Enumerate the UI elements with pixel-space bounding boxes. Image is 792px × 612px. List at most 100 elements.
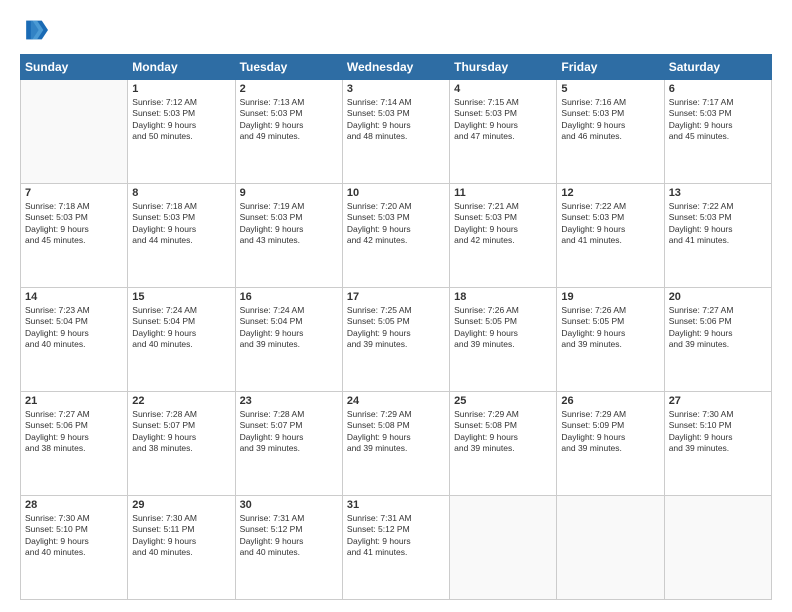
day-info: Sunrise: 7:27 AM Sunset: 5:06 PM Dayligh… xyxy=(669,305,767,351)
page: Sunday Monday Tuesday Wednesday Thursday… xyxy=(0,0,792,612)
day-info: Sunrise: 7:18 AM Sunset: 5:03 PM Dayligh… xyxy=(25,201,123,247)
table-row: 29Sunrise: 7:30 AM Sunset: 5:11 PM Dayli… xyxy=(128,496,235,600)
day-info: Sunrise: 7:26 AM Sunset: 5:05 PM Dayligh… xyxy=(454,305,552,351)
table-row: 2 Sunrise: 7:13 AM Sunset: 5:03 PM Daylig… xyxy=(235,80,342,184)
day-number: 17 xyxy=(347,291,445,303)
calendar-week-row: 14 Sunrise: 7:23 AM Sunset: 5:04 PM Dayli… xyxy=(21,288,772,392)
day-info: Sunrise: 7:24 AM Sunset: 5:04 PM Dayligh… xyxy=(132,305,230,351)
table-row: 6 Sunrise: 7:17 AM Sunset: 5:03 PM Daylig… xyxy=(664,80,771,184)
day-info: Sunrise: 7:30 AM Sunset: 5:10 PM Dayligh… xyxy=(669,409,767,455)
day-info: Sunrise: 7:20 AM Sunset: 5:03 PM Dayligh… xyxy=(347,201,445,247)
table-row: 9 Sunrise: 7:19 AM Sunset: 5:03 PM Daylig… xyxy=(235,184,342,288)
day-info: Sunrise: 7:21 AM Sunset: 5:03 PM Dayligh… xyxy=(454,201,552,247)
day-info: Sunrise: 7:28 AM Sunset: 5:07 PM Dayligh… xyxy=(240,409,338,455)
day-info: Sunrise: 7:15 AM Sunset: 5:03 PM Dayligh… xyxy=(454,97,552,143)
table-row: 23 Sunrise: 7:28 AM Sunset: 5:07 PM Dayli… xyxy=(235,392,342,496)
table-row: 12 Sunrise: 7:22 AM Sunset: 5:03 PM Dayli… xyxy=(557,184,664,288)
table-row: 25Sunrise: 7:29 AM Sunset: 5:08 PM Dayli… xyxy=(450,392,557,496)
logo xyxy=(20,16,52,44)
day-number: 13 xyxy=(669,187,767,199)
day-number: 7 xyxy=(25,187,123,199)
col-friday: Friday xyxy=(557,55,664,80)
day-info: Sunrise: 7:17 AM Sunset: 5:03 PM Dayligh… xyxy=(669,97,767,143)
calendar-table: Sunday Monday Tuesday Wednesday Thursday… xyxy=(20,54,772,600)
day-number: 23 xyxy=(240,395,338,407)
day-number: 28 xyxy=(25,499,123,511)
table-row: 18 Sunrise: 7:26 AM Sunset: 5:05 PM Dayli… xyxy=(450,288,557,392)
day-info: Sunrise: 7:12 AM Sunset: 5:03 PM Dayligh… xyxy=(132,97,230,143)
day-number: 14 xyxy=(25,291,123,303)
day-info: Sunrise: 7:22 AM Sunset: 5:03 PM Dayligh… xyxy=(669,201,767,247)
day-number: 20 xyxy=(669,291,767,303)
day-info: Sunrise: 7:25 AM Sunset: 5:05 PM Dayligh… xyxy=(347,305,445,351)
table-row: 22 Sunrise: 7:28 AM Sunset: 5:07 PM Dayli… xyxy=(128,392,235,496)
table-row: 16 Sunrise: 7:24 AM Sunset: 5:04 PM Dayli… xyxy=(235,288,342,392)
day-info: Sunrise: 7:14 AM Sunset: 5:03 PM Dayligh… xyxy=(347,97,445,143)
table-row: 24Sunrise: 7:29 AM Sunset: 5:08 PM Dayli… xyxy=(342,392,449,496)
day-info: Sunrise: 7:31 AM Sunset: 5:12 PM Dayligh… xyxy=(240,513,338,559)
day-number: 22 xyxy=(132,395,230,407)
day-number: 5 xyxy=(561,83,659,95)
day-info: Sunrise: 7:28 AM Sunset: 5:07 PM Dayligh… xyxy=(132,409,230,455)
table-row xyxy=(664,496,771,600)
calendar-week-row: 1Sunrise: 7:12 AM Sunset: 5:03 PM Daylig… xyxy=(21,80,772,184)
day-number: 3 xyxy=(347,83,445,95)
day-number: 16 xyxy=(240,291,338,303)
day-info: Sunrise: 7:13 AM Sunset: 5:03 PM Dayligh… xyxy=(240,97,338,143)
day-number: 6 xyxy=(669,83,767,95)
col-thursday: Thursday xyxy=(450,55,557,80)
table-row: 17 Sunrise: 7:25 AM Sunset: 5:05 PM Dayli… xyxy=(342,288,449,392)
col-tuesday: Tuesday xyxy=(235,55,342,80)
table-row: 30 Sunrise: 7:31 AM Sunset: 5:12 PM Dayli… xyxy=(235,496,342,600)
day-number: 15 xyxy=(132,291,230,303)
table-row xyxy=(450,496,557,600)
col-saturday: Saturday xyxy=(664,55,771,80)
table-row: 10 Sunrise: 7:20 AM Sunset: 5:03 PM Dayli… xyxy=(342,184,449,288)
day-number: 21 xyxy=(25,395,123,407)
table-row: 4 Sunrise: 7:15 AM Sunset: 5:03 PM Daylig… xyxy=(450,80,557,184)
day-number: 31 xyxy=(347,499,445,511)
day-info: Sunrise: 7:29 AM Sunset: 5:08 PM Dayligh… xyxy=(454,409,552,455)
day-info: Sunrise: 7:27 AM Sunset: 5:06 PM Dayligh… xyxy=(25,409,123,455)
table-row: 14 Sunrise: 7:23 AM Sunset: 5:04 PM Dayli… xyxy=(21,288,128,392)
calendar-week-row: 28Sunrise: 7:30 AM Sunset: 5:10 PM Dayli… xyxy=(21,496,772,600)
day-number: 18 xyxy=(454,291,552,303)
table-row: 31 Sunrise: 7:31 AM Sunset: 5:12 PM Dayli… xyxy=(342,496,449,600)
col-monday: Monday xyxy=(128,55,235,80)
table-row: 15 Sunrise: 7:24 AM Sunset: 5:04 PM Dayli… xyxy=(128,288,235,392)
day-info: Sunrise: 7:31 AM Sunset: 5:12 PM Dayligh… xyxy=(347,513,445,559)
day-number: 26 xyxy=(561,395,659,407)
day-number: 4 xyxy=(454,83,552,95)
day-number: 27 xyxy=(669,395,767,407)
day-number: 12 xyxy=(561,187,659,199)
day-info: Sunrise: 7:22 AM Sunset: 5:03 PM Dayligh… xyxy=(561,201,659,247)
table-row xyxy=(21,80,128,184)
day-number: 30 xyxy=(240,499,338,511)
table-row: 8Sunrise: 7:18 AM Sunset: 5:03 PM Daylig… xyxy=(128,184,235,288)
day-number: 2 xyxy=(240,83,338,95)
day-info: Sunrise: 7:16 AM Sunset: 5:03 PM Dayligh… xyxy=(561,97,659,143)
table-row: 27 Sunrise: 7:30 AM Sunset: 5:10 PM Dayli… xyxy=(664,392,771,496)
calendar-week-row: 21 Sunrise: 7:27 AM Sunset: 5:06 PM Dayli… xyxy=(21,392,772,496)
table-row: 20 Sunrise: 7:27 AM Sunset: 5:06 PM Dayli… xyxy=(664,288,771,392)
day-info: Sunrise: 7:29 AM Sunset: 5:08 PM Dayligh… xyxy=(347,409,445,455)
table-row: 5 Sunrise: 7:16 AM Sunset: 5:03 PM Daylig… xyxy=(557,80,664,184)
col-sunday: Sunday xyxy=(21,55,128,80)
table-row: 11Sunrise: 7:21 AM Sunset: 5:03 PM Dayli… xyxy=(450,184,557,288)
day-number: 10 xyxy=(347,187,445,199)
calendar-week-row: 7 Sunrise: 7:18 AM Sunset: 5:03 PM Daylig… xyxy=(21,184,772,288)
day-info: Sunrise: 7:24 AM Sunset: 5:04 PM Dayligh… xyxy=(240,305,338,351)
table-row: 1Sunrise: 7:12 AM Sunset: 5:03 PM Daylig… xyxy=(128,80,235,184)
day-number: 29 xyxy=(132,499,230,511)
day-number: 9 xyxy=(240,187,338,199)
day-number: 19 xyxy=(561,291,659,303)
table-row: 3 Sunrise: 7:14 AM Sunset: 5:03 PM Daylig… xyxy=(342,80,449,184)
calendar-header-row: Sunday Monday Tuesday Wednesday Thursday… xyxy=(21,55,772,80)
table-row: 7 Sunrise: 7:18 AM Sunset: 5:03 PM Daylig… xyxy=(21,184,128,288)
day-info: Sunrise: 7:19 AM Sunset: 5:03 PM Dayligh… xyxy=(240,201,338,247)
day-info: Sunrise: 7:23 AM Sunset: 5:04 PM Dayligh… xyxy=(25,305,123,351)
table-row: 19Sunrise: 7:26 AM Sunset: 5:05 PM Dayli… xyxy=(557,288,664,392)
col-wednesday: Wednesday xyxy=(342,55,449,80)
table-row: 21 Sunrise: 7:27 AM Sunset: 5:06 PM Dayli… xyxy=(21,392,128,496)
day-info: Sunrise: 7:18 AM Sunset: 5:03 PM Dayligh… xyxy=(132,201,230,247)
